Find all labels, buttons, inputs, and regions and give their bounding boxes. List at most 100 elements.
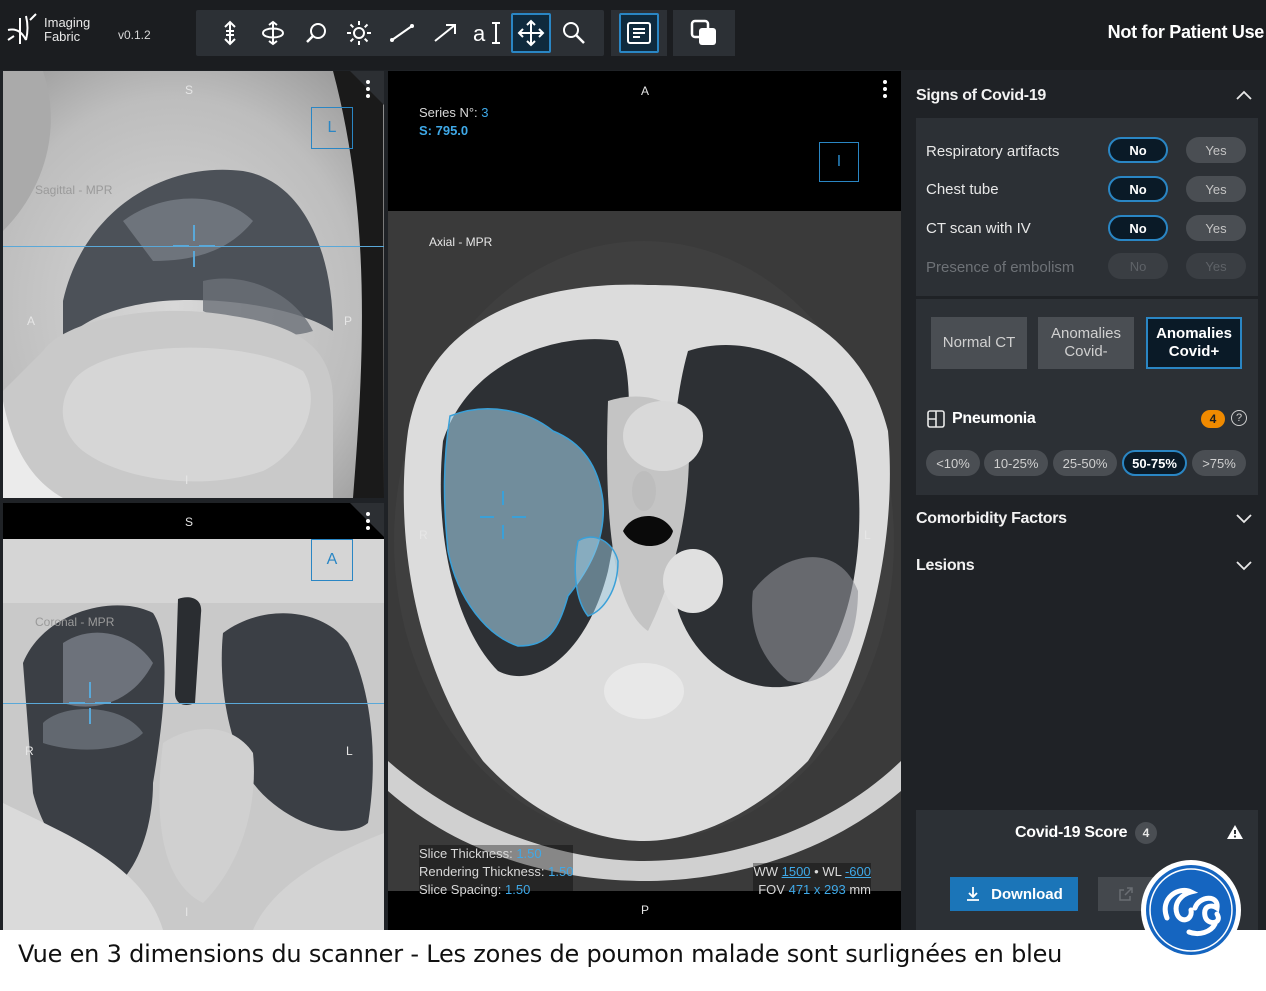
wl-label: WL — [822, 864, 842, 879]
scroll-slice-icon[interactable] — [210, 13, 250, 53]
covid-score-bar: Covid-19 Score 4 — [916, 810, 1258, 857]
chest-tube-label: Chest tube — [926, 181, 999, 198]
pneumonia-title: Pneumonia — [952, 410, 1036, 427]
extent-gt75-chip[interactable]: >75% — [1192, 450, 1246, 476]
anomalies-covid-negative-button[interactable]: Anomalies Covid- — [1038, 317, 1134, 369]
ct-scan-iv-no-button[interactable]: No — [1108, 215, 1168, 241]
coronal-bottom-orientation: I — [185, 905, 189, 919]
warning-icon[interactable] — [1226, 824, 1244, 840]
ct-scan-iv-yes-button[interactable]: Yes — [1186, 215, 1246, 241]
slice-position: S: 795.0 — [419, 123, 469, 138]
extent-10-25-chip[interactable]: 10-25% — [984, 450, 1048, 476]
series-label: Series N°: — [419, 105, 478, 120]
comorbidity-section-title[interactable]: Comorbidity Factors — [916, 510, 1067, 528]
sagittal-top-orientation: S — [185, 83, 194, 97]
not-for-patient-use-label: Not for Patient Use — [1107, 22, 1265, 42]
pneumonia-card: Pneumonia 4 ? <10% 10-25% 25-50% 50-75% … — [916, 395, 1258, 495]
axial-top-orientation: A — [641, 84, 650, 98]
axial-series-info: Series N°: 3 S: 795.0 — [419, 104, 489, 140]
sagittal-orientation-cube[interactable]: L — [311, 107, 353, 149]
sagittal-menu-icon[interactable] — [366, 80, 372, 101]
embolism-no-button: No — [1108, 253, 1168, 279]
pan-icon[interactable] — [511, 13, 551, 53]
wl-value[interactable]: -600 — [845, 864, 871, 879]
ct-classification-card: Normal CT Anomalies Covid- Anomalies Cov… — [916, 299, 1258, 395]
coronal-view-label: Coronal - MPR — [35, 615, 115, 629]
logo-text: Imaging Fabric — [44, 15, 91, 44]
sagittal-crosshair-icon[interactable] — [171, 223, 217, 269]
magnifier-icon[interactable] — [554, 13, 594, 53]
normal-ct-button[interactable]: Normal CT — [931, 317, 1027, 369]
fov-label: FOV — [758, 882, 785, 897]
zoom-icon[interactable] — [296, 13, 336, 53]
report-icon[interactable] — [619, 13, 659, 53]
pneumonia-help-icon[interactable]: ? — [1231, 410, 1247, 426]
coronal-menu-icon[interactable] — [366, 512, 372, 533]
axial-viewport[interactable]: Series N°: 3 S: 795.0 A P R L Axial - MP… — [388, 71, 901, 930]
pneumonia-score-badge: 4 — [1201, 410, 1225, 428]
logo-figure-icon — [7, 13, 37, 44]
coronal-right-orientation: L — [346, 744, 353, 758]
text-annotation-icon[interactable]: a — [468, 13, 508, 53]
viewer-app: Imaging Fabric v0.1.2 a Not for Patient … — [0, 0, 1266, 930]
respiratory-artifacts-no-button[interactable]: No — [1108, 137, 1168, 163]
top-bar: Imaging Fabric v0.1.2 a Not for Patient … — [0, 0, 1266, 70]
lesions-section-title[interactable]: Lesions — [916, 557, 975, 575]
respiratory-artifacts-label: Respiratory artifacts — [926, 143, 1060, 160]
arrow-annotation-icon[interactable] — [425, 13, 465, 53]
axial-ct-image — [388, 71, 901, 930]
anomalies-covid-positive-button[interactable]: Anomalies Covid+ — [1146, 317, 1242, 369]
slice-spacing-value: 1.50 — [505, 882, 531, 897]
chevron-up-icon[interactable] — [1236, 90, 1252, 100]
imaging-fabric-logo: Imaging Fabric — [6, 8, 106, 58]
signs-card: Respiratory artifacts No Yes Chest tube … — [916, 118, 1258, 296]
ct-scan-iv-label: CT scan with IV — [926, 220, 1031, 237]
report-tool-group — [611, 10, 667, 56]
lungs-icon — [927, 410, 945, 428]
axial-menu-icon[interactable] — [883, 80, 889, 101]
download-button[interactable]: Download — [950, 877, 1078, 911]
viewer-toolbar: a — [196, 10, 604, 56]
axial-window-info: WW 1500 • WL -600 FOV 471 x 293 mm — [753, 863, 871, 899]
axial-left-orientation: R — [419, 528, 428, 542]
coronal-crosshair-line[interactable] — [3, 703, 384, 704]
axial-slice-info: Slice Thickness: 1.50 Rendering Thicknes… — [419, 845, 574, 899]
download-label: Download — [991, 885, 1063, 903]
layers-icon[interactable] — [684, 13, 724, 53]
embolism-label: Presence of embolism — [926, 259, 1075, 276]
respiratory-artifacts-yes-button[interactable]: Yes — [1186, 137, 1246, 163]
chevron-down-icon[interactable] — [1236, 561, 1252, 571]
svg-text:a: a — [473, 21, 486, 46]
coronal-orientation-cube[interactable]: A — [311, 539, 353, 581]
window-level-icon[interactable] — [339, 13, 379, 53]
chest-tube-yes-button[interactable]: Yes — [1186, 176, 1246, 202]
series-value: 3 — [481, 105, 489, 120]
covid-assessment-panel: Signs of Covid-19 Respiratory artifacts … — [903, 70, 1266, 930]
coronal-top-orientation: S — [185, 515, 194, 529]
coronal-left-orientation: R — [25, 744, 34, 758]
image-caption: Vue en 3 dimensions du scanner - Les zon… — [18, 940, 1063, 968]
rendering-thickness-value: 1.50 — [548, 864, 574, 879]
coronal-crosshair-icon[interactable] — [67, 680, 113, 726]
version-label: v0.1.2 — [118, 28, 151, 42]
ww-value[interactable]: 1500 — [782, 864, 811, 879]
line-measure-icon[interactable] — [382, 13, 422, 53]
axial-view-label: Axial - MPR — [429, 235, 493, 249]
chest-tube-no-button[interactable]: No — [1108, 176, 1168, 202]
axial-orientation-cube[interactable]: I — [819, 142, 859, 182]
extent-25-50-chip[interactable]: 25-50% — [1053, 450, 1117, 476]
coronal-viewport[interactable]: Coronal - MPR S I R L A — [3, 503, 384, 930]
extent-50-75-chip[interactable]: 50-75% — [1122, 450, 1187, 476]
fov-unit: mm — [849, 882, 871, 897]
sagittal-bottom-orientation: I — [185, 473, 189, 487]
ct-classification-group: Normal CT Anomalies Covid- Anomalies Cov… — [931, 317, 1243, 371]
sagittal-viewport[interactable]: Sagittal - MPR S I A P L — [3, 71, 384, 498]
slice-spacing-label: Slice Spacing: — [419, 882, 502, 897]
rotate-3d-icon[interactable] — [253, 13, 293, 53]
axial-right-orientation: L — [864, 528, 871, 542]
layers-tool-group — [673, 10, 735, 56]
covid-score-badge: 4 — [1135, 822, 1157, 844]
signs-section-title[interactable]: Signs of Covid-19 — [916, 87, 1046, 105]
extent-lt10-chip[interactable]: <10% — [926, 450, 980, 476]
chevron-down-icon[interactable] — [1236, 514, 1252, 524]
